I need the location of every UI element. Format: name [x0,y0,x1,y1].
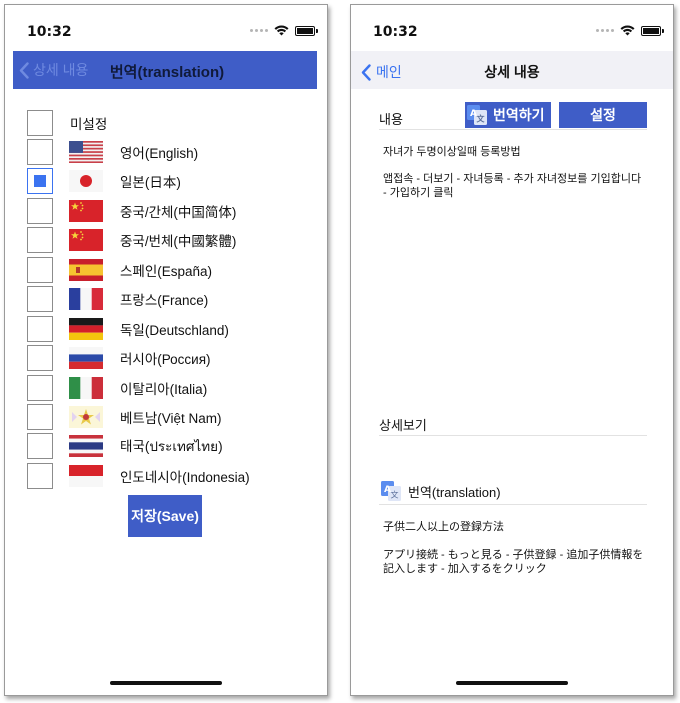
language-option-thai[interactable]: 태국(ประเทศไทย) [27,433,223,459]
svg-text:文: 文 [391,490,399,500]
status-time: 10:32 [27,24,72,40]
signal-icon [250,29,268,32]
language-checkbox[interactable] [27,404,53,430]
language-option-japanese[interactable]: 일본(日本) [27,168,181,194]
detail-label: 상세보기 [379,418,427,433]
svg-text:文: 文 [477,114,486,124]
unset-option[interactable]: 미설정 [27,110,107,136]
content-body: 앱접속 - 더보기 - 자녀등록 - 추가 자녀정보를 기입합니다 - 가입하기… [383,173,642,199]
page-title: 상세 내용 [484,64,540,80]
france-flag-icon [69,288,103,310]
language-settings-screen: 10:32 상세 내용 번역(translation) 미설정 영어(Engli… [4,4,328,696]
divider [379,435,647,436]
translation-title: 子供二人以上の登録方法 [383,521,504,533]
language-label: 러시아(Россия) [120,352,211,367]
indonesia-flag-icon [69,465,103,487]
translation-header-label: 번역(translation) [408,484,501,500]
translate-button[interactable]: A 文 번역하기 [465,102,551,128]
thailand-flag-icon [69,435,103,457]
language-checkbox[interactable] [27,433,53,459]
save-button[interactable]: 저장(Save) [128,495,202,537]
navigation-bar: 메인 상세 내용 [351,51,673,89]
language-label: 영어(English) [120,146,199,161]
language-label: 스페인(España) [120,264,213,279]
battery-icon [295,25,318,36]
language-option-chinese-simplified[interactable]: 중국/간체(中国简体) [27,198,236,224]
home-indicator[interactable] [110,681,222,685]
china-flag-icon [69,229,103,251]
status-bar: 10:32 [351,5,673,49]
language-option-spanish[interactable]: 스페인(España) [27,257,212,283]
home-indicator[interactable] [456,681,568,685]
italy-flag-icon [69,377,103,399]
china-flag-icon [69,200,103,222]
language-checkbox[interactable] [27,345,53,371]
language-checkbox[interactable] [27,139,53,165]
language-option-english[interactable]: 영어(English) [27,139,198,165]
japan-flag-icon [69,170,103,192]
google-translate-icon: A 文 [467,105,487,125]
language-checkbox[interactable] [27,227,53,253]
language-option-german[interactable]: 독일(Deutschland) [27,316,229,342]
google-translate-icon: A 文 [381,481,401,501]
germany-flag-icon [69,318,103,340]
language-label: 베트남(Việt Nam) [120,411,222,426]
language-label: 인도네시아(Indonesia) [120,470,250,485]
divider [379,129,647,130]
status-bar: 10:32 [5,5,327,49]
status-icons [250,25,318,36]
wifi-icon [620,25,635,36]
language-checkbox[interactable] [27,463,53,489]
language-checkbox[interactable] [27,168,53,194]
status-icons [596,25,664,36]
wifi-icon [274,25,289,36]
vietnam-flag-icon [69,406,103,428]
translate-button-label: 번역하기 [493,107,545,123]
language-option-vietnamese[interactable]: 베트남(Việt Nam) [27,404,222,430]
language-checkbox[interactable] [27,198,53,224]
russia-flag-icon [69,347,103,369]
language-option-french[interactable]: 프랑스(France) [27,286,208,312]
unset-checkbox[interactable] [27,110,53,136]
language-checkbox[interactable] [27,375,53,401]
language-label: 독일(Deutschland) [120,323,229,338]
translation-body: アプリ接続 - もっと見る - 子供登録 - 追加子供情報を記入します - 加入… [383,549,644,575]
language-label: 중국/번체(中國繁體) [120,234,237,249]
battery-icon [641,25,664,36]
language-label: 프랑스(France) [120,293,209,308]
signal-icon [596,29,614,32]
language-option-russian[interactable]: 러시아(Россия) [27,345,211,371]
language-option-chinese-traditional[interactable]: 중국/번체(中國繁體) [27,227,236,253]
language-checkbox[interactable] [27,257,53,283]
language-label: 태국(ประเทศไทย) [120,439,223,454]
status-time: 10:32 [373,24,418,40]
language-label: 일본(日本) [120,175,181,190]
detail-screen: 10:32 메인 상세 내용 내용 A 文 번역하기 설정 자녀가 두명이상일때… [350,4,674,696]
spain-flag-icon [69,259,103,281]
language-checkbox[interactable] [27,316,53,342]
divider [379,504,647,505]
navigation-bar: 상세 내용 번역(translation) [13,51,317,89]
page-title: 번역(translation) [109,64,225,81]
language-checkbox[interactable] [27,286,53,312]
unset-label: 미설정 [70,117,108,132]
content-label: 내용 [379,112,403,127]
us-flag-icon [69,141,103,163]
translation-header: A 文 번역(translation) [381,481,501,501]
content-title: 자녀가 두명이상일때 등록방법 [383,146,521,158]
language-label: 이탈리아(Italia) [120,382,208,397]
language-option-italian[interactable]: 이탈리아(Italia) [27,375,207,401]
language-label: 중국/간체(中国简体) [120,205,237,220]
settings-button[interactable]: 설정 [559,102,647,128]
language-option-indonesian[interactable]: 인도네시아(Indonesia) [27,463,250,489]
